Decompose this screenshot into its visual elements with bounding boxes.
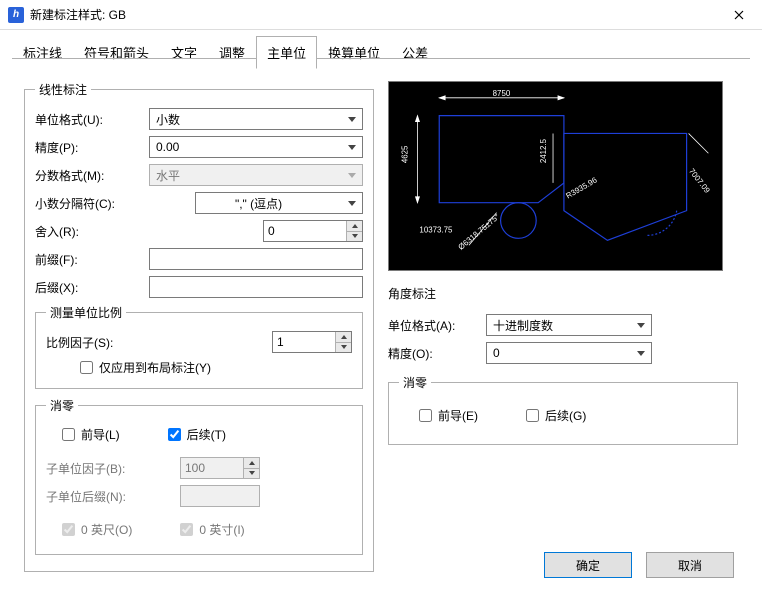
round-input[interactable] xyxy=(264,221,346,241)
subunit-spin-up xyxy=(244,458,259,469)
dim-mid: 2412.5 xyxy=(539,138,548,163)
feet-checkbox xyxy=(62,523,75,536)
subunit-factor-input xyxy=(181,458,243,478)
angle-unit-label: 单位格式(A): xyxy=(388,317,480,334)
layout-only-checkbox[interactable] xyxy=(80,361,93,374)
fraction-format-select: 水平 xyxy=(149,164,363,186)
suffix-input[interactable] xyxy=(149,276,363,298)
suffix-label: 后缀(X): xyxy=(35,279,143,296)
fraction-format-label: 分数格式(M): xyxy=(35,167,143,184)
dim-radius: R3935.96 xyxy=(564,175,599,200)
prefix-label: 前缀(F): xyxy=(35,251,143,268)
angle-leading-checkbox[interactable] xyxy=(419,409,432,422)
tab-symbols[interactable]: 符号和箭头 xyxy=(73,36,160,69)
subunit-suffix-input xyxy=(180,485,260,507)
tab-tolerance[interactable]: 公差 xyxy=(391,36,439,69)
dim-bottom: 10373.75 xyxy=(419,225,453,234)
tab-text[interactable]: 文字 xyxy=(160,36,208,69)
inches-checkbox xyxy=(180,523,193,536)
linear-group: 线性标注 单位格式(U): 小数 精度(P): 0.00 分数格式(M): 水平 xyxy=(24,81,374,572)
prefix-input[interactable] xyxy=(149,248,363,270)
ok-button[interactable]: 确定 xyxy=(544,552,632,578)
dim-top: 8750 xyxy=(493,89,511,98)
close-button[interactable] xyxy=(716,0,762,30)
precision-select[interactable]: 0.00 xyxy=(149,136,363,158)
dim-left: 4625 xyxy=(401,145,410,163)
scale-legend: 测量单位比例 xyxy=(46,304,126,321)
subunit-spin-down xyxy=(244,469,259,479)
cancel-button[interactable]: 取消 xyxy=(646,552,734,578)
zero-group: 消零 前导(L) 后续(T) 子单位因子(B): xyxy=(35,397,363,555)
angle-zero-legend: 消零 xyxy=(399,374,431,391)
zero-legend: 消零 xyxy=(46,397,78,414)
dim-right: 7007.09 xyxy=(687,167,712,196)
decimal-sep-select[interactable]: "," (逗点) xyxy=(195,192,363,214)
tab-primary-units[interactable]: 主单位 xyxy=(256,36,317,69)
dim-angle: Ø6318.75±75° xyxy=(457,212,502,252)
angle-trailing-checkbox[interactable] xyxy=(526,409,539,422)
round-spin-up[interactable] xyxy=(347,221,362,232)
scale-spin-down[interactable] xyxy=(336,343,351,353)
chevron-down-icon xyxy=(348,145,356,150)
scale-spin-up[interactable] xyxy=(336,332,351,343)
app-icon: h xyxy=(8,7,24,23)
chevron-down-icon xyxy=(637,323,645,328)
angle-leading-label[interactable]: 前导(E) xyxy=(438,407,478,424)
scale-factor-input[interactable] xyxy=(273,332,335,352)
inches-label: 0 英寸(I) xyxy=(199,521,244,538)
tab-adjust[interactable]: 调整 xyxy=(208,36,256,69)
feet-label: 0 英尺(O) xyxy=(81,521,132,538)
subunit-factor-label: 子单位因子(B): xyxy=(46,460,154,477)
linear-legend: 线性标注 xyxy=(35,81,91,98)
chevron-down-icon xyxy=(348,117,356,122)
leading-checkbox[interactable] xyxy=(62,428,75,441)
layout-only-label[interactable]: 仅应用到布局标注(Y) xyxy=(99,359,211,376)
leading-label[interactable]: 前导(L) xyxy=(81,426,120,443)
subunit-factor-spinner xyxy=(180,457,260,479)
round-spinner[interactable] xyxy=(263,220,363,242)
tab-alt-units[interactable]: 换算单位 xyxy=(317,36,391,69)
unit-format-select[interactable]: 小数 xyxy=(149,108,363,130)
scale-factor-spinner[interactable] xyxy=(272,331,352,353)
scale-factor-label: 比例因子(S): xyxy=(46,334,154,351)
tab-dimline[interactable]: 标注线 xyxy=(12,36,73,69)
precision-label: 精度(P): xyxy=(35,139,143,156)
close-icon xyxy=(734,10,744,20)
subunit-suffix-label: 子单位后缀(N): xyxy=(46,488,154,505)
decimal-sep-label: 小数分隔符(C): xyxy=(35,195,143,212)
round-spin-down[interactable] xyxy=(347,232,362,242)
angle-heading: 角度标注 xyxy=(388,285,738,302)
window-title: 新建标注样式: GB xyxy=(30,6,716,23)
chevron-down-icon xyxy=(637,351,645,356)
preview-canvas: 8750 4625 2412.5 R3935.96 Ø6318.75±75° 1… xyxy=(388,81,723,271)
tab-bar: 标注线 符号和箭头 文字 调整 主单位 换算单位 公差 xyxy=(0,30,762,69)
trailing-label[interactable]: 后续(T) xyxy=(187,426,226,443)
chevron-down-icon xyxy=(348,201,356,206)
trailing-checkbox[interactable] xyxy=(168,428,181,441)
round-label: 舍入(R): xyxy=(35,223,143,240)
angle-unit-select[interactable]: 十进制度数 xyxy=(486,314,652,336)
angle-trailing-label[interactable]: 后续(G) xyxy=(545,407,586,424)
unit-format-label: 单位格式(U): xyxy=(35,111,143,128)
scale-group: 测量单位比例 比例因子(S): 仅应用到布局标注(Y) xyxy=(35,304,363,389)
angle-precision-select[interactable]: 0 xyxy=(486,342,652,364)
angle-zero-group: 消零 前导(E) 后续(G) xyxy=(388,374,738,445)
angle-precision-label: 精度(O): xyxy=(388,345,480,362)
chevron-down-icon xyxy=(348,173,356,178)
